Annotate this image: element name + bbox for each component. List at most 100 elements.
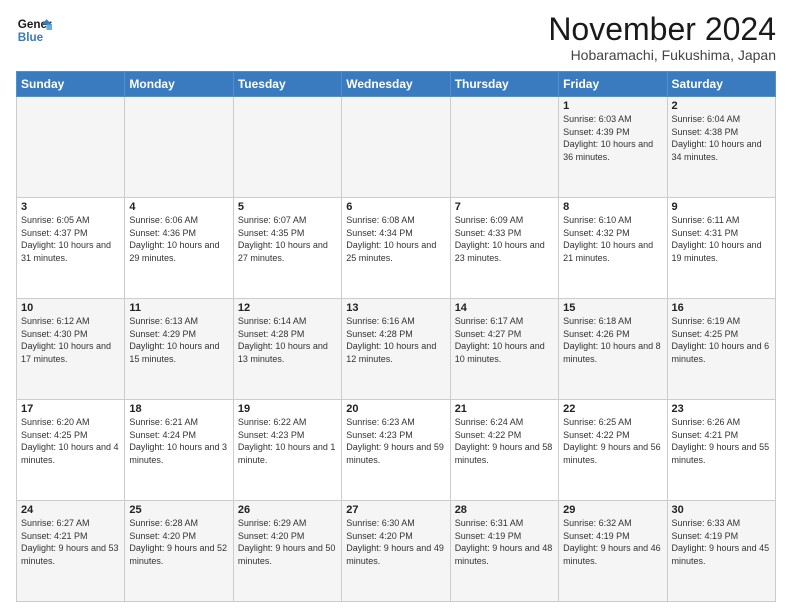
day-number: 24 (21, 504, 120, 516)
day-info: Sunrise: 6:27 AM Sunset: 4:21 PM Dayligh… (21, 517, 120, 567)
day-info: Sunrise: 6:32 AM Sunset: 4:19 PM Dayligh… (563, 517, 662, 567)
col-header-tuesday: Tuesday (233, 72, 341, 97)
col-header-saturday: Saturday (667, 72, 775, 97)
calendar-table: SundayMondayTuesdayWednesdayThursdayFrid… (16, 71, 776, 602)
day-cell: 26Sunrise: 6:29 AM Sunset: 4:20 PM Dayli… (233, 501, 341, 602)
day-cell: 2Sunrise: 6:04 AM Sunset: 4:38 PM Daylig… (667, 97, 775, 198)
day-cell: 24Sunrise: 6:27 AM Sunset: 4:21 PM Dayli… (17, 501, 125, 602)
day-cell: 3Sunrise: 6:05 AM Sunset: 4:37 PM Daylig… (17, 198, 125, 299)
day-cell: 10Sunrise: 6:12 AM Sunset: 4:30 PM Dayli… (17, 299, 125, 400)
col-header-wednesday: Wednesday (342, 72, 450, 97)
location: Hobaramachi, Fukushima, Japan (548, 47, 776, 63)
svg-text:Blue: Blue (18, 31, 44, 44)
day-cell: 17Sunrise: 6:20 AM Sunset: 4:25 PM Dayli… (17, 400, 125, 501)
calendar-page: General Blue November 2024 Hobaramachi, … (0, 0, 792, 612)
day-number: 21 (455, 403, 554, 415)
day-cell: 7Sunrise: 6:09 AM Sunset: 4:33 PM Daylig… (450, 198, 558, 299)
day-number: 13 (346, 302, 445, 314)
day-cell: 4Sunrise: 6:06 AM Sunset: 4:36 PM Daylig… (125, 198, 233, 299)
day-number: 7 (455, 201, 554, 213)
header: General Blue November 2024 Hobaramachi, … (16, 12, 776, 63)
day-cell: 27Sunrise: 6:30 AM Sunset: 4:20 PM Dayli… (342, 501, 450, 602)
day-cell (17, 97, 125, 198)
month-title: November 2024 (548, 12, 776, 47)
day-info: Sunrise: 6:13 AM Sunset: 4:29 PM Dayligh… (129, 315, 228, 365)
day-number: 16 (672, 302, 771, 314)
day-cell: 22Sunrise: 6:25 AM Sunset: 4:22 PM Dayli… (559, 400, 667, 501)
day-cell: 29Sunrise: 6:32 AM Sunset: 4:19 PM Dayli… (559, 501, 667, 602)
day-info: Sunrise: 6:19 AM Sunset: 4:25 PM Dayligh… (672, 315, 771, 365)
day-number: 3 (21, 201, 120, 213)
day-cell: 1Sunrise: 6:03 AM Sunset: 4:39 PM Daylig… (559, 97, 667, 198)
day-cell: 8Sunrise: 6:10 AM Sunset: 4:32 PM Daylig… (559, 198, 667, 299)
day-cell: 12Sunrise: 6:14 AM Sunset: 4:28 PM Dayli… (233, 299, 341, 400)
day-number: 22 (563, 403, 662, 415)
day-info: Sunrise: 6:11 AM Sunset: 4:31 PM Dayligh… (672, 214, 771, 264)
day-number: 29 (563, 504, 662, 516)
day-info: Sunrise: 6:08 AM Sunset: 4:34 PM Dayligh… (346, 214, 445, 264)
logo: General Blue (16, 12, 52, 48)
day-cell: 5Sunrise: 6:07 AM Sunset: 4:35 PM Daylig… (233, 198, 341, 299)
day-info: Sunrise: 6:30 AM Sunset: 4:20 PM Dayligh… (346, 517, 445, 567)
day-info: Sunrise: 6:28 AM Sunset: 4:20 PM Dayligh… (129, 517, 228, 567)
day-number: 18 (129, 403, 228, 415)
day-number: 12 (238, 302, 337, 314)
day-cell: 15Sunrise: 6:18 AM Sunset: 4:26 PM Dayli… (559, 299, 667, 400)
day-cell (125, 97, 233, 198)
day-number: 6 (346, 201, 445, 213)
day-info: Sunrise: 6:06 AM Sunset: 4:36 PM Dayligh… (129, 214, 228, 264)
logo-icon: General Blue (16, 12, 52, 48)
day-info: Sunrise: 6:04 AM Sunset: 4:38 PM Dayligh… (672, 113, 771, 163)
day-cell (233, 97, 341, 198)
week-row-5: 24Sunrise: 6:27 AM Sunset: 4:21 PM Dayli… (17, 501, 776, 602)
day-cell: 13Sunrise: 6:16 AM Sunset: 4:28 PM Dayli… (342, 299, 450, 400)
calendar-header-row: SundayMondayTuesdayWednesdayThursdayFrid… (17, 72, 776, 97)
day-number: 20 (346, 403, 445, 415)
day-number: 28 (455, 504, 554, 516)
day-number: 17 (21, 403, 120, 415)
week-row-4: 17Sunrise: 6:20 AM Sunset: 4:25 PM Dayli… (17, 400, 776, 501)
day-info: Sunrise: 6:21 AM Sunset: 4:24 PM Dayligh… (129, 416, 228, 466)
day-info: Sunrise: 6:05 AM Sunset: 4:37 PM Dayligh… (21, 214, 120, 264)
title-block: November 2024 Hobaramachi, Fukushima, Ja… (548, 12, 776, 63)
day-cell: 23Sunrise: 6:26 AM Sunset: 4:21 PM Dayli… (667, 400, 775, 501)
day-cell: 16Sunrise: 6:19 AM Sunset: 4:25 PM Dayli… (667, 299, 775, 400)
day-info: Sunrise: 6:33 AM Sunset: 4:19 PM Dayligh… (672, 517, 771, 567)
day-info: Sunrise: 6:22 AM Sunset: 4:23 PM Dayligh… (238, 416, 337, 466)
day-info: Sunrise: 6:09 AM Sunset: 4:33 PM Dayligh… (455, 214, 554, 264)
day-number: 25 (129, 504, 228, 516)
day-info: Sunrise: 6:23 AM Sunset: 4:23 PM Dayligh… (346, 416, 445, 466)
day-cell: 30Sunrise: 6:33 AM Sunset: 4:19 PM Dayli… (667, 501, 775, 602)
day-info: Sunrise: 6:18 AM Sunset: 4:26 PM Dayligh… (563, 315, 662, 365)
day-number: 11 (129, 302, 228, 314)
day-cell (342, 97, 450, 198)
day-number: 9 (672, 201, 771, 213)
day-cell: 6Sunrise: 6:08 AM Sunset: 4:34 PM Daylig… (342, 198, 450, 299)
day-info: Sunrise: 6:29 AM Sunset: 4:20 PM Dayligh… (238, 517, 337, 567)
col-header-sunday: Sunday (17, 72, 125, 97)
day-info: Sunrise: 6:16 AM Sunset: 4:28 PM Dayligh… (346, 315, 445, 365)
day-info: Sunrise: 6:25 AM Sunset: 4:22 PM Dayligh… (563, 416, 662, 466)
day-number: 26 (238, 504, 337, 516)
day-cell: 25Sunrise: 6:28 AM Sunset: 4:20 PM Dayli… (125, 501, 233, 602)
day-cell: 14Sunrise: 6:17 AM Sunset: 4:27 PM Dayli… (450, 299, 558, 400)
day-cell: 11Sunrise: 6:13 AM Sunset: 4:29 PM Dayli… (125, 299, 233, 400)
day-number: 8 (563, 201, 662, 213)
day-cell: 18Sunrise: 6:21 AM Sunset: 4:24 PM Dayli… (125, 400, 233, 501)
day-info: Sunrise: 6:07 AM Sunset: 4:35 PM Dayligh… (238, 214, 337, 264)
day-number: 27 (346, 504, 445, 516)
day-info: Sunrise: 6:14 AM Sunset: 4:28 PM Dayligh… (238, 315, 337, 365)
day-number: 10 (21, 302, 120, 314)
week-row-3: 10Sunrise: 6:12 AM Sunset: 4:30 PM Dayli… (17, 299, 776, 400)
day-cell: 28Sunrise: 6:31 AM Sunset: 4:19 PM Dayli… (450, 501, 558, 602)
day-number: 14 (455, 302, 554, 314)
day-number: 4 (129, 201, 228, 213)
day-number: 19 (238, 403, 337, 415)
day-cell: 20Sunrise: 6:23 AM Sunset: 4:23 PM Dayli… (342, 400, 450, 501)
day-number: 23 (672, 403, 771, 415)
day-info: Sunrise: 6:10 AM Sunset: 4:32 PM Dayligh… (563, 214, 662, 264)
day-cell (450, 97, 558, 198)
day-info: Sunrise: 6:20 AM Sunset: 4:25 PM Dayligh… (21, 416, 120, 466)
day-number: 1 (563, 100, 662, 112)
day-number: 15 (563, 302, 662, 314)
